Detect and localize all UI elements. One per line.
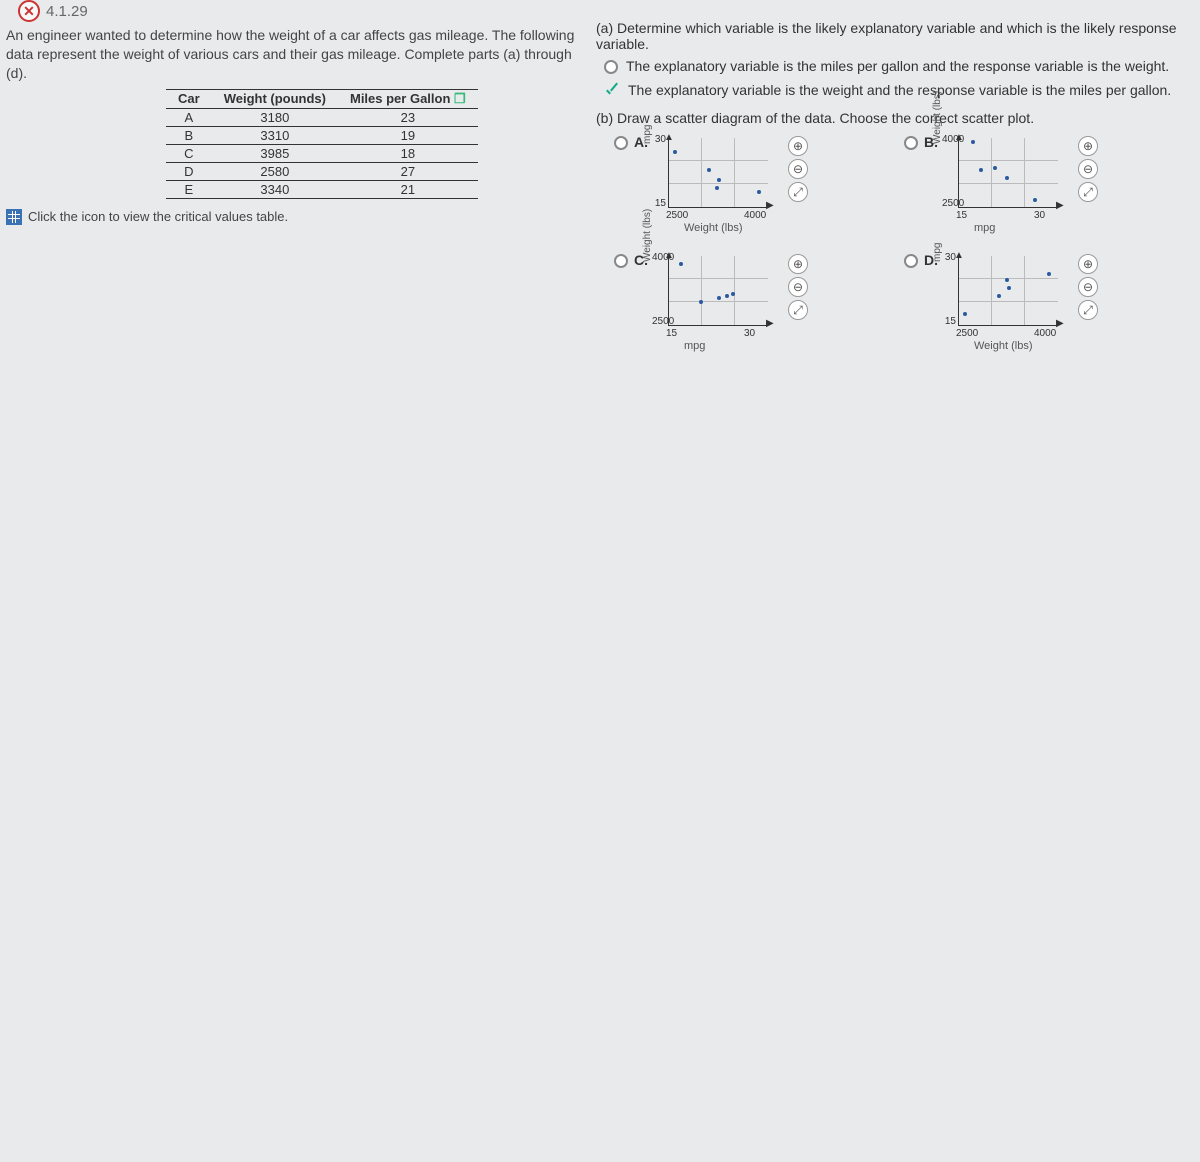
plot-tools: ⊕ ⊖ ⤢ bbox=[788, 254, 808, 362]
zoom-out-icon[interactable]: ⊖ bbox=[1078, 277, 1098, 297]
plot-area bbox=[958, 256, 1058, 326]
arrow-right-icon: ▶ bbox=[1056, 200, 1064, 211]
question-page: ✕ 4.1.29 An engineer wanted to determine… bbox=[0, 0, 1200, 1162]
table-row: E334021 bbox=[166, 180, 478, 198]
table-row: A318023 bbox=[166, 108, 478, 126]
right-column: (a) Determine which variable is the like… bbox=[590, 20, 1190, 362]
question-number: 4.1.29 bbox=[46, 3, 88, 20]
zoom-out-icon[interactable]: ⊖ bbox=[788, 159, 808, 179]
scatter-option-d[interactable]: D. mpg ▲ ▶ bbox=[904, 252, 1134, 362]
part-b-prompt: (b) Draw a scatter diagram of the data. … bbox=[596, 110, 1184, 126]
choice-a-wrong[interactable]: The explanatory variable is the miles pe… bbox=[604, 58, 1184, 74]
close-icon[interactable]: ✕ bbox=[18, 0, 40, 22]
col-car: Car bbox=[166, 89, 212, 108]
table-icon bbox=[6, 209, 22, 225]
radio-icon bbox=[904, 254, 918, 268]
table-row: D258027 bbox=[166, 162, 478, 180]
scatter-plot-a: mpg ▲ ▶ 30 15 2 bbox=[654, 134, 784, 244]
radio-icon bbox=[614, 136, 628, 150]
plot-area bbox=[668, 138, 768, 208]
checkmark-icon bbox=[604, 84, 620, 100]
zoom-in-icon[interactable]: ⊕ bbox=[788, 254, 808, 274]
part-a-prompt: (a) Determine which variable is the like… bbox=[596, 20, 1184, 52]
zoom-in-icon[interactable]: ⊕ bbox=[1078, 254, 1098, 274]
table-header: Car Weight (pounds) Miles per Gallon ❐ bbox=[166, 89, 478, 108]
zoom-in-icon[interactable]: ⊕ bbox=[1078, 136, 1098, 156]
arrow-right-icon: ▶ bbox=[766, 318, 774, 329]
radio-icon bbox=[904, 136, 918, 150]
col-mpg: Miles per Gallon ❐ bbox=[338, 89, 478, 108]
choice-a-correct[interactable]: The explanatory variable is the weight a… bbox=[604, 82, 1184, 100]
plot-tools: ⊕ ⊖ ⤢ bbox=[1078, 254, 1098, 362]
car-data-table: Car Weight (pounds) Miles per Gallon ❐ A… bbox=[166, 89, 478, 199]
radio-unselected-icon bbox=[604, 60, 618, 74]
scatter-plot-c: Weight (lbs) ▲ ▶ 4000 2500 bbox=[654, 252, 784, 362]
scatter-plot-b: Weight (lbs) ▲ ▶ 4000 2500 bbox=[944, 134, 1074, 244]
question-header: ✕ 4.1.29 bbox=[18, 0, 88, 22]
plot-tools: ⊕ ⊖ ⤢ bbox=[788, 136, 808, 244]
table-row: B331019 bbox=[166, 126, 478, 144]
zoom-in-icon[interactable]: ⊕ bbox=[788, 136, 808, 156]
prompt-text: An engineer wanted to determine how the … bbox=[6, 26, 584, 83]
arrow-right-icon: ▶ bbox=[1056, 318, 1064, 329]
expand-icon[interactable]: ⤢ bbox=[1078, 300, 1098, 320]
plot-area bbox=[958, 138, 1058, 208]
copy-icon[interactable]: ❐ bbox=[454, 91, 466, 106]
zoom-out-icon[interactable]: ⊖ bbox=[1078, 159, 1098, 179]
scatter-option-b[interactable]: B. Weight (lbs) ▲ ▶ bbox=[904, 134, 1134, 244]
scatter-options-grid: A. mpg ▲ ▶ bbox=[614, 134, 1134, 362]
scatter-plot-d: mpg ▲ ▶ 30 15 2 bbox=[944, 252, 1074, 362]
scatter-option-c[interactable]: C. Weight (lbs) ▲ ▶ bbox=[614, 252, 844, 362]
table-row: C398518 bbox=[166, 144, 478, 162]
col-weight: Weight (pounds) bbox=[212, 89, 338, 108]
zoom-out-icon[interactable]: ⊖ bbox=[788, 277, 808, 297]
radio-icon bbox=[614, 254, 628, 268]
plot-tools: ⊕ ⊖ ⤢ bbox=[1078, 136, 1098, 244]
plot-area bbox=[668, 256, 768, 326]
expand-icon[interactable]: ⤢ bbox=[1078, 182, 1098, 202]
expand-icon[interactable]: ⤢ bbox=[788, 300, 808, 320]
expand-icon[interactable]: ⤢ bbox=[788, 182, 808, 202]
arrow-right-icon: ▶ bbox=[766, 200, 774, 211]
left-column: An engineer wanted to determine how the … bbox=[0, 20, 590, 362]
critical-values-link[interactable]: Click the icon to view the critical valu… bbox=[6, 209, 584, 225]
